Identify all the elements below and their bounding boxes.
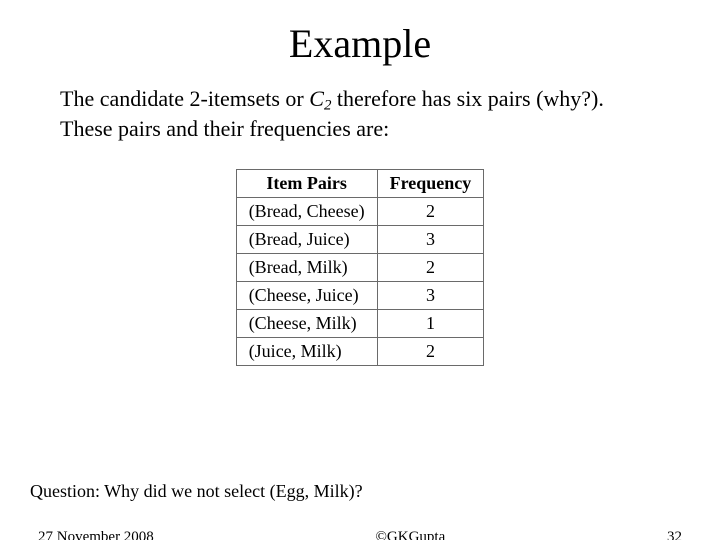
cell-pair: (Juice, Milk)	[236, 337, 377, 365]
table-row: (Juice, Milk) 2	[236, 337, 484, 365]
table-row: (Bread, Juice) 3	[236, 225, 484, 253]
cell-freq: 2	[377, 253, 484, 281]
slide: Example The candidate 2-itemsets or C2 t…	[0, 20, 720, 540]
itemset-table: Item Pairs Frequency (Bread, Cheese) 2 (…	[236, 169, 485, 366]
cell-freq: 2	[377, 337, 484, 365]
c-symbol: C	[309, 86, 324, 111]
table-row: (Cheese, Juice) 3	[236, 281, 484, 309]
cell-pair: (Bread, Juice)	[236, 225, 377, 253]
table-header-row: Item Pairs Frequency	[236, 169, 484, 197]
table-row: (Bread, Milk) 2	[236, 253, 484, 281]
col-frequency: Frequency	[377, 169, 484, 197]
cell-pair: (Bread, Milk)	[236, 253, 377, 281]
footer-page-number: 32	[667, 529, 682, 540]
cell-freq: 2	[377, 197, 484, 225]
footer: 27 November 2008 ©GKGupta 32	[0, 529, 720, 540]
body-paragraph: The candidate 2-itemsets or C2 therefore…	[60, 85, 660, 143]
footer-copyright: ©GKGupta	[154, 529, 667, 540]
paragraph-pre: The candidate 2-itemsets or	[60, 86, 309, 111]
footer-date: 27 November 2008	[38, 529, 154, 540]
slide-title: Example	[0, 20, 720, 67]
cell-freq: 1	[377, 309, 484, 337]
cell-pair: (Cheese, Juice)	[236, 281, 377, 309]
cell-pair: (Bread, Cheese)	[236, 197, 377, 225]
table-container: Item Pairs Frequency (Bread, Cheese) 2 (…	[0, 169, 720, 366]
cell-freq: 3	[377, 281, 484, 309]
col-item-pairs: Item Pairs	[236, 169, 377, 197]
question-text: Question: Why did we not select (Egg, Mi…	[30, 481, 363, 502]
table-row: (Bread, Cheese) 2	[236, 197, 484, 225]
cell-freq: 3	[377, 225, 484, 253]
cell-pair: (Cheese, Milk)	[236, 309, 377, 337]
table-row: (Cheese, Milk) 1	[236, 309, 484, 337]
